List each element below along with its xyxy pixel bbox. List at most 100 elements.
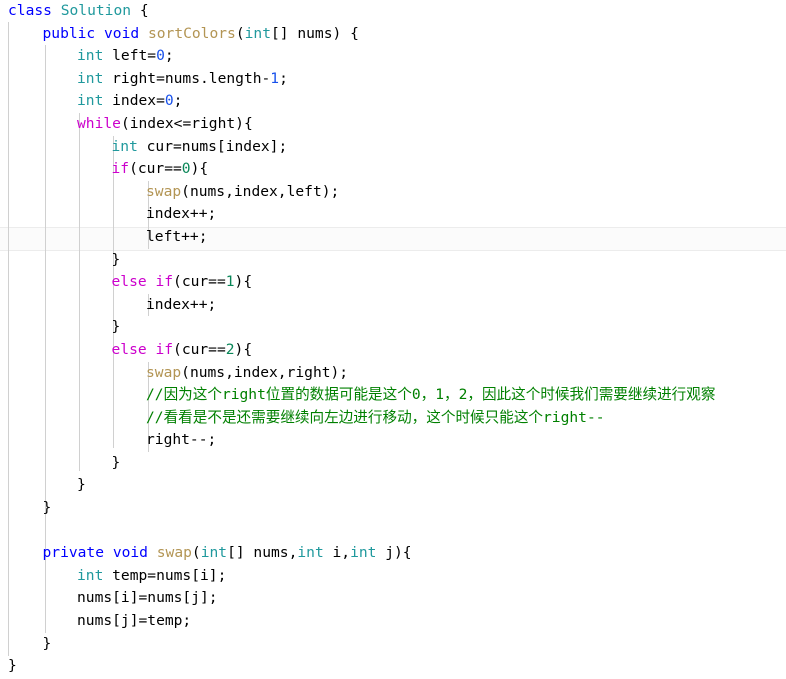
code-line[interactable]: swap(nums,index,right);: [0, 362, 786, 385]
code-token: }: [111, 318, 121, 336]
code-line[interactable]: int right=nums.length-1;: [0, 68, 786, 91]
code-token: ;: [173, 92, 183, 110]
code-token: 0: [156, 47, 165, 65]
code-token: ;: [164, 47, 174, 65]
code-line[interactable]: left++;: [0, 226, 786, 249]
code-line[interactable]: nums[j]=temp;: [0, 610, 786, 633]
code-token: if: [155, 273, 174, 291]
code-token: }: [111, 453, 121, 471]
code-token: }: [8, 657, 17, 675]
code-token: ){: [190, 160, 209, 178]
code-line[interactable]: while(index<=right){: [0, 113, 786, 136]
code-token: (nums,index,right);: [181, 363, 349, 381]
code-token: //看看是不是还需要继续向左边进行移动，这个时候只能这个right--: [146, 408, 605, 426]
code-token: index++;: [146, 295, 217, 313]
code-line[interactable]: }: [0, 474, 786, 497]
code-token: class: [8, 2, 52, 19]
code-token: }: [77, 476, 86, 494]
code-token: ;: [279, 69, 288, 87]
code-token: //因为这个right位置的数据可能是这个0，1，2，因此这个时候我们需要继续进…: [146, 386, 716, 404]
code-line[interactable]: }: [0, 249, 786, 272]
code-token: int: [77, 566, 104, 584]
code-token: int: [77, 69, 104, 87]
code-token: nums[i]=nums[j];: [77, 589, 218, 607]
code-line[interactable]: [0, 520, 786, 543]
code-token: cur=nums[index];: [137, 137, 288, 155]
code-line[interactable]: if(cur==0){: [0, 158, 786, 181]
code-line[interactable]: private void swap(int[] nums,int i,int j…: [0, 542, 786, 565]
code-token: int: [77, 47, 104, 65]
code-token: int: [244, 24, 271, 42]
code-token: }: [42, 634, 52, 652]
code-token: int: [297, 544, 324, 562]
code-token: swap: [156, 544, 192, 562]
code-token: nums[j]=temp;: [77, 612, 192, 630]
code-line[interactable]: int cur=nums[index];: [0, 136, 786, 159]
code-line[interactable]: //看看是不是还需要继续向左边进行移动，这个时候只能这个right--: [0, 407, 786, 430]
code-token: ){: [234, 340, 253, 358]
code-line[interactable]: int index=0;: [0, 90, 786, 113]
code-token: 0: [181, 160, 191, 178]
code-token: index++;: [146, 205, 217, 223]
code-token: 1: [225, 273, 235, 291]
code-token: while: [77, 114, 121, 132]
code-line[interactable]: }: [0, 633, 786, 656]
code-line[interactable]: }: [0, 497, 786, 520]
code-line[interactable]: }: [0, 316, 786, 339]
code-token: index=: [103, 92, 165, 110]
code-token: sortColors: [147, 24, 236, 42]
code-token: else: [111, 340, 147, 358]
code-line[interactable]: }: [0, 452, 786, 475]
code-token: }: [42, 499, 52, 517]
code-token: else: [111, 273, 147, 291]
code-line[interactable]: right--;: [0, 429, 786, 452]
code-token: public: [42, 24, 96, 42]
code-token: (cur==: [129, 160, 182, 178]
code-line[interactable]: else if(cur==2){: [0, 339, 786, 362]
code-line[interactable]: nums[i]=nums[j];: [0, 587, 786, 610]
code-line[interactable]: int left=0;: [0, 45, 786, 68]
code-token: {: [139, 2, 149, 19]
code-content[interactable]: class Solution {public void sortColors(i…: [0, 0, 786, 678]
code-token: [] nums) {: [271, 24, 359, 42]
code-token: int: [77, 92, 104, 110]
code-line[interactable]: index++;: [0, 203, 786, 226]
code-token: Solution: [60, 2, 132, 19]
code-token: right=nums.length-: [103, 69, 271, 87]
code-token: 0: [164, 92, 174, 110]
code-token: i,: [323, 544, 351, 562]
code-token: swap: [146, 363, 182, 381]
code-token: private: [42, 544, 105, 562]
code-token: (index<=right){: [120, 114, 253, 132]
code-token: if: [111, 160, 130, 178]
code-token: left++;: [146, 227, 208, 245]
code-line[interactable]: public void sortColors(int[] nums) {: [0, 23, 786, 46]
code-line[interactable]: int temp=nums[i];: [0, 565, 786, 588]
code-token: (nums,index,left);: [181, 182, 340, 200]
code-line[interactable]: }: [0, 655, 786, 678]
code-editor[interactable]: class Solution {public void sortColors(i…: [0, 0, 786, 679]
code-token: 1: [270, 69, 280, 87]
code-token: void: [112, 544, 148, 562]
code-token: left=: [103, 47, 157, 65]
code-token: (cur==: [173, 273, 226, 291]
code-token: if: [155, 340, 174, 358]
code-token: (: [235, 24, 245, 42]
code-token: right--;: [146, 431, 217, 449]
code-token: }: [111, 250, 121, 268]
code-token: swap: [146, 182, 182, 200]
code-line[interactable]: class Solution {: [0, 0, 786, 23]
code-token: int: [350, 544, 377, 562]
code-token: 2: [225, 340, 235, 358]
code-line[interactable]: index++;: [0, 294, 786, 317]
code-line[interactable]: else if(cur==1){: [0, 271, 786, 294]
code-line[interactable]: swap(nums,index,left);: [0, 181, 786, 204]
code-token: int: [111, 137, 138, 155]
code-line[interactable]: //因为这个right位置的数据可能是这个0，1，2，因此这个时候我们需要继续进…: [0, 384, 786, 407]
